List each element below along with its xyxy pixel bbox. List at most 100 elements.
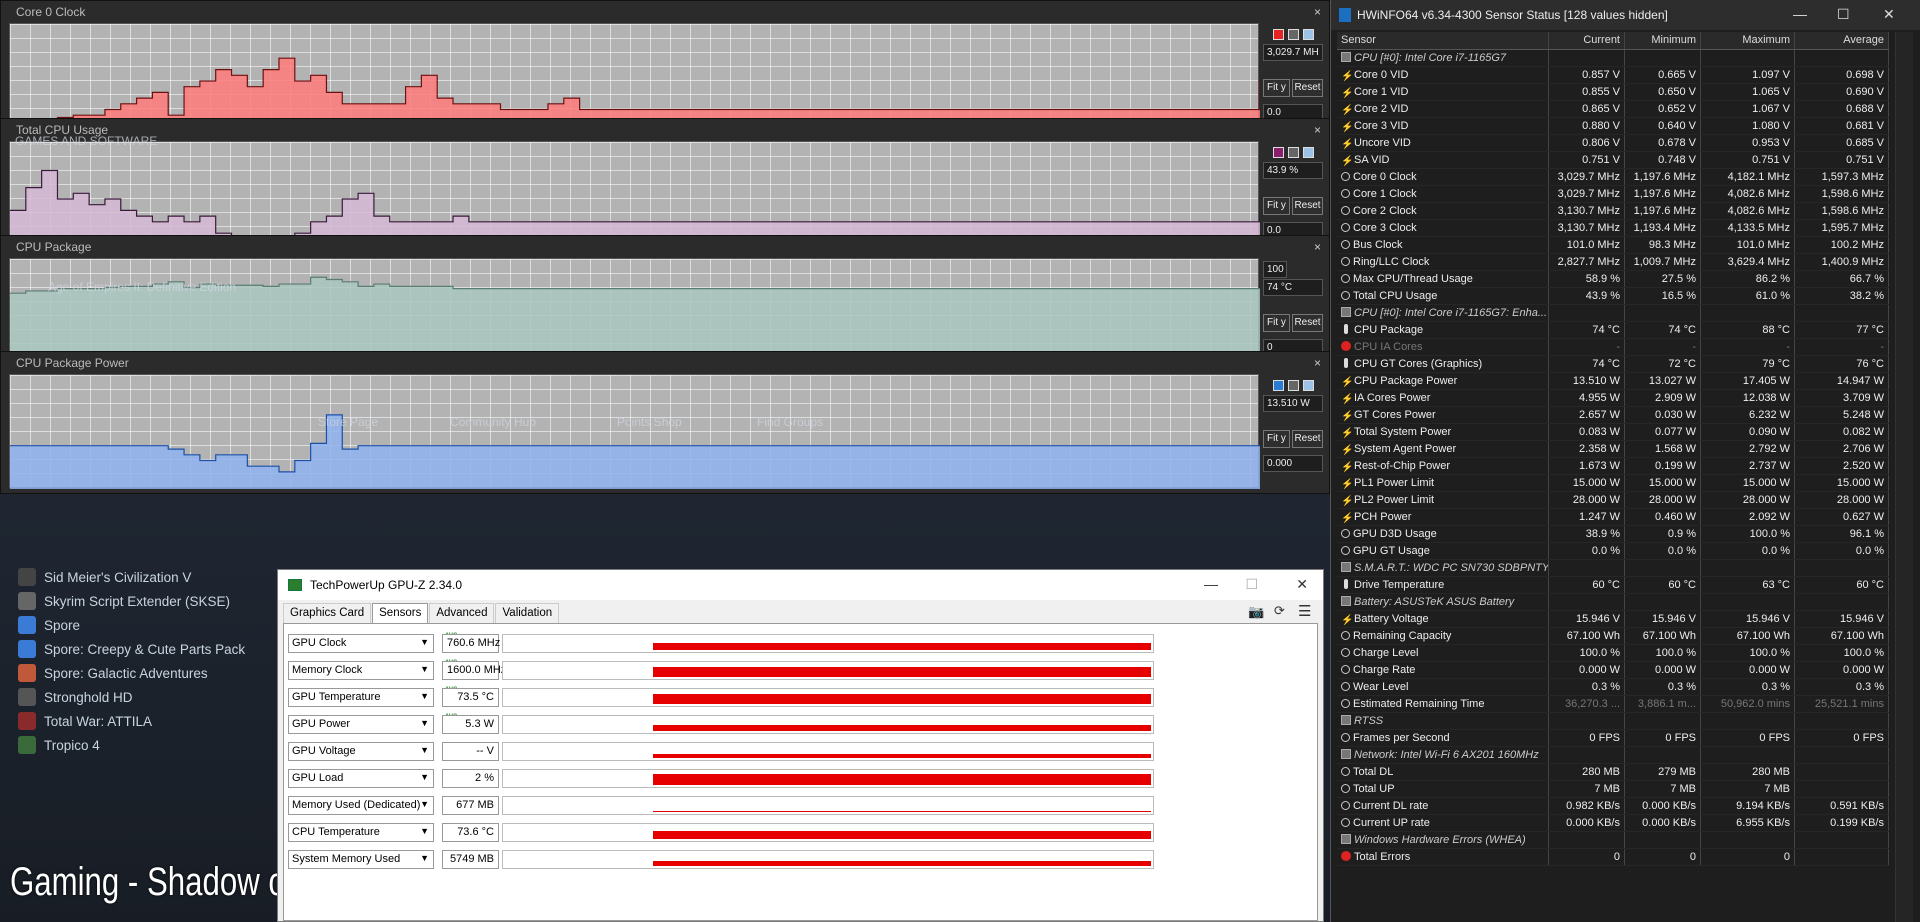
- table-row[interactable]: ⚡Uncore VID 0.806 V 0.678 V 0.953 V 0.685…: [1337, 135, 1889, 152]
- sensor-select[interactable]: GPU Power ▼: [288, 715, 434, 734]
- library-item[interactable]: Total War: ATTILA: [18, 709, 278, 733]
- close-icon[interactable]: ✕: [1296, 576, 1308, 593]
- library-item[interactable]: Spore: [18, 613, 278, 637]
- table-row[interactable]: ⚡System Agent Power 2.358 W 1.568 W 2.792…: [1337, 441, 1889, 458]
- fit-y-button[interactable]: Fit y: [1263, 79, 1290, 97]
- sensor-select[interactable]: GPU Clock ▼: [288, 634, 434, 653]
- maximize-icon[interactable]: ☐: [1837, 6, 1850, 23]
- library-item[interactable]: Spore: Galactic Adventures: [18, 661, 278, 685]
- table-row[interactable]: ⚡PL1 Power Limit 15.000 W 15.000 W 15.000…: [1337, 475, 1889, 492]
- minimize-icon[interactable]: —: [1793, 6, 1807, 22]
- sensor-group-row[interactable]: Battery: ASUSTeK ASUS Battery: [1337, 594, 1889, 611]
- sensor-select[interactable]: Memory Clock ▼: [288, 661, 434, 680]
- col-minimum[interactable]: Minimum: [1625, 32, 1701, 49]
- table-row[interactable]: Bus Clock 101.0 MHz 98.3 MHz 101.0 MHz 10…: [1337, 237, 1889, 254]
- fit-y-button[interactable]: Fit y: [1263, 197, 1290, 215]
- table-row[interactable]: Total CPU Usage 43.9 % 16.5 % 61.0 % 38.2…: [1337, 288, 1889, 305]
- color-swatch[interactable]: [1273, 29, 1284, 40]
- steam-link-community[interactable]: Community Hub: [450, 415, 536, 429]
- library-item[interactable]: Stronghold HD: [18, 685, 278, 709]
- table-row[interactable]: ⚡Core 2 VID 0.865 V 0.652 V 1.067 V 0.688…: [1337, 101, 1889, 118]
- sensor-select[interactable]: GPU Load ▼: [288, 769, 434, 788]
- col-average[interactable]: Average: [1795, 32, 1889, 49]
- graph-range-top[interactable]: 100: [1263, 261, 1287, 278]
- sensor-group-row[interactable]: Windows Hardware Errors (WHEA): [1337, 832, 1889, 849]
- col-current[interactable]: Current: [1549, 32, 1625, 49]
- sensor-select[interactable]: GPU Temperature ▼: [288, 688, 434, 707]
- reset-button[interactable]: Reset: [1292, 314, 1323, 332]
- steam-link-groups[interactable]: Find Groups: [757, 415, 823, 429]
- table-row[interactable]: Current UP rate 0.000 KB/s 0.000 KB/s 6.9…: [1337, 815, 1889, 832]
- tab-graphics-card[interactable]: Graphics Card: [283, 603, 372, 623]
- gpuz-titlebar[interactable]: TechPowerUp GPU-Z 2.34.0: [278, 570, 1323, 600]
- table-row[interactable]: ⚡Core 0 VID 0.857 V 0.665 V 1.097 V 0.698…: [1337, 67, 1889, 84]
- library-item[interactable]: Sid Meier's Civilization V: [18, 565, 278, 589]
- reset-button[interactable]: Reset: [1292, 197, 1323, 215]
- table-row[interactable]: Charge Rate 0.000 W 0.000 W 0.000 W 0.000…: [1337, 662, 1889, 679]
- tab-sensors[interactable]: Sensors: [372, 603, 429, 623]
- color-swatch[interactable]: [1273, 380, 1284, 391]
- table-row[interactable]: ⚡Total System Power 0.083 W 0.077 W 0.090…: [1337, 424, 1889, 441]
- close-icon[interactable]: ×: [1314, 356, 1321, 370]
- table-row[interactable]: Charge Level 100.0 % 100.0 % 100.0 % 100.…: [1337, 645, 1889, 662]
- table-row[interactable]: Max CPU/Thread Usage 58.9 % 27.5 % 86.2 %…: [1337, 271, 1889, 288]
- color-swatch-alt[interactable]: [1288, 147, 1299, 158]
- close-icon[interactable]: ✕: [1883, 6, 1895, 23]
- table-row[interactable]: CPU GT Cores (Graphics) 74 °C 72 °C 79 °C…: [1337, 356, 1889, 373]
- steam-link-points[interactable]: Points Shop: [617, 415, 682, 429]
- table-row[interactable]: ⚡Battery Voltage 15.946 V 15.946 V 15.946…: [1337, 611, 1889, 628]
- close-icon[interactable]: ×: [1314, 123, 1321, 137]
- close-icon[interactable]: ×: [1314, 5, 1321, 19]
- table-row[interactable]: ⚡Core 1 VID 0.855 V 0.650 V 1.065 V 0.690…: [1337, 84, 1889, 101]
- color-swatch-bg[interactable]: [1303, 147, 1314, 158]
- sensor-group-row[interactable]: S.M.A.R.T.: WDC PC SN730 SDBPNTY...: [1337, 560, 1889, 577]
- table-row[interactable]: Wear Level 0.3 % 0.3 % 0.3 % 0.3 %: [1337, 679, 1889, 696]
- table-row[interactable]: Current DL rate 0.982 KB/s 0.000 KB/s 9.1…: [1337, 798, 1889, 815]
- sensor-group-row[interactable]: CPU [#0]: Intel Core i7-1165G7: [1337, 50, 1889, 67]
- table-row[interactable]: Frames per Second 0 FPS 0 FPS 0 FPS 0 FPS: [1337, 730, 1889, 747]
- steam-link-store[interactable]: Store Page: [318, 415, 378, 429]
- table-row[interactable]: ⚡IA Cores Power 4.955 W 2.909 W 12.038 W …: [1337, 390, 1889, 407]
- table-row[interactable]: ⚡Core 3 VID 0.880 V 0.640 V 1.080 V 0.681…: [1337, 118, 1889, 135]
- fit-y-button[interactable]: Fit y: [1263, 314, 1290, 332]
- color-swatch-alt[interactable]: [1288, 29, 1299, 40]
- sensor-select[interactable]: CPU Temperature ▼: [288, 823, 434, 842]
- tab-validation[interactable]: Validation: [495, 603, 560, 623]
- color-swatch-bg[interactable]: [1303, 380, 1314, 391]
- tab-advanced[interactable]: Advanced: [429, 603, 495, 623]
- table-row[interactable]: Drive Temperature 60 °C 60 °C 63 °C 60 °C: [1337, 577, 1889, 594]
- reset-button[interactable]: Reset: [1292, 79, 1323, 97]
- table-row[interactable]: Remaining Capacity 67.100 Wh 67.100 Wh 67…: [1337, 628, 1889, 645]
- table-row[interactable]: GPU GT Usage 0.0 % 0.0 % 0.0 % 0.0 %: [1337, 543, 1889, 560]
- color-swatch-bg[interactable]: [1303, 29, 1314, 40]
- table-row[interactable]: CPU IA Cores - - - -: [1337, 339, 1889, 356]
- sensor-select[interactable]: Memory Used (Dedicated) ▼: [288, 796, 434, 815]
- table-row[interactable]: CPU Package 74 °C 74 °C 88 °C 77 °C: [1337, 322, 1889, 339]
- sensor-select[interactable]: System Memory Used ▼: [288, 850, 434, 869]
- sensor-group-row[interactable]: Network: Intel Wi-Fi 6 AX201 160MHz: [1337, 747, 1889, 764]
- table-row[interactable]: Ring/LLC Clock 2,827.7 MHz 1,009.7 MHz 3,…: [1337, 254, 1889, 271]
- sensor-group-row[interactable]: CPU [#0]: Intel Core i7-1165G7: Enha...: [1337, 305, 1889, 322]
- color-swatch-alt[interactable]: [1288, 380, 1299, 391]
- col-maximum[interactable]: Maximum: [1701, 32, 1795, 49]
- table-row[interactable]: GPU D3D Usage 38.9 % 0.9 % 100.0 % 96.1 %: [1337, 526, 1889, 543]
- table-row[interactable]: Core 3 Clock 3,130.7 MHz 1,193.4 MHz 4,13…: [1337, 220, 1889, 237]
- table-row[interactable]: ⚡Rest-of-Chip Power 1.673 W 0.199 W 2.737…: [1337, 458, 1889, 475]
- table-row[interactable]: ⚡PCH Power 1.247 W 0.460 W 2.092 W 0.627 …: [1337, 509, 1889, 526]
- table-row[interactable]: ⚡SA VID 0.751 V 0.748 V 0.751 V 0.751 V: [1337, 152, 1889, 169]
- menu-icon[interactable]: ☰: [1298, 602, 1311, 620]
- table-row[interactable]: Core 2 Clock 3,130.7 MHz 1,197.6 MHz 4,08…: [1337, 203, 1889, 220]
- table-row[interactable]: Total Errors 0 0 0: [1337, 849, 1889, 866]
- minimize-icon[interactable]: —: [1204, 576, 1218, 592]
- hwinfo-titlebar[interactable]: HWiNFO64 v6.34-4300 Sensor Status [128 v…: [1331, 0, 1920, 30]
- table-row[interactable]: Total DL 280 MB 279 MB 280 MB: [1337, 764, 1889, 781]
- table-row[interactable]: ⚡PL2 Power Limit 28.000 W 28.000 W 28.000…: [1337, 492, 1889, 509]
- fit-y-button[interactable]: Fit y: [1263, 430, 1290, 448]
- close-icon[interactable]: ×: [1314, 240, 1321, 254]
- library-item[interactable]: Skyrim Script Extender (SKSE): [18, 589, 278, 613]
- library-item[interactable]: Tropico 4: [18, 733, 278, 757]
- camera-icon[interactable]: 📷: [1248, 604, 1264, 620]
- reset-button[interactable]: Reset: [1292, 430, 1323, 448]
- col-sensor[interactable]: Sensor: [1337, 32, 1549, 49]
- table-row[interactable]: ⚡GT Cores Power 2.657 W 0.030 W 6.232 W 5…: [1337, 407, 1889, 424]
